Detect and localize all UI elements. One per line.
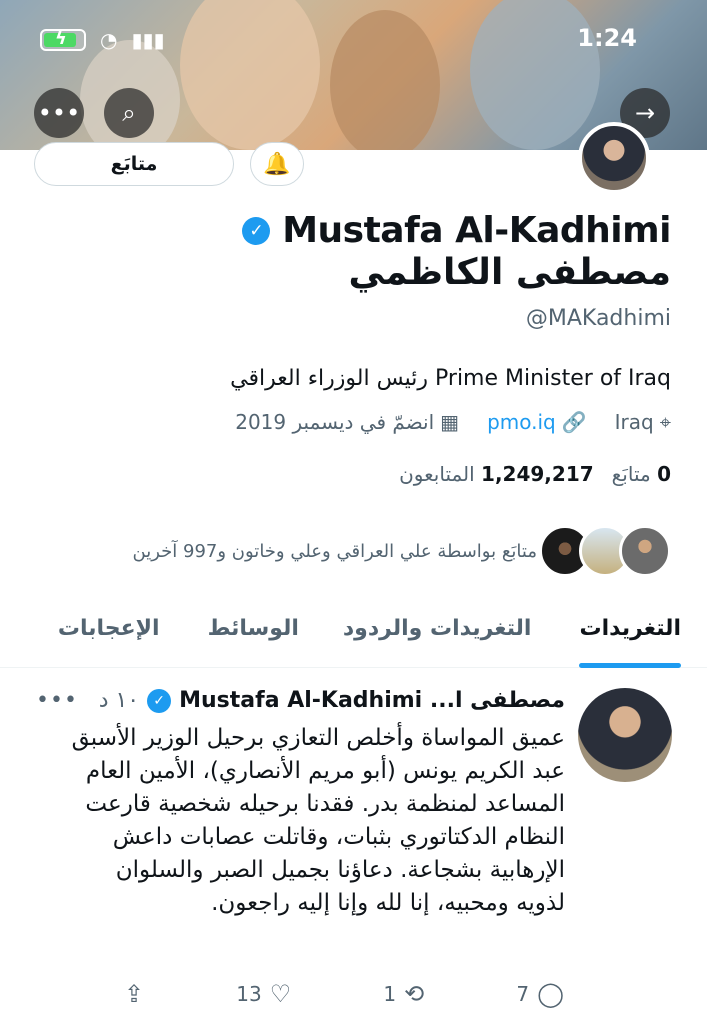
- share-button[interactable]: ⇪: [124, 980, 144, 1008]
- retweet-count: 1: [383, 982, 397, 1006]
- profile-bio: Prime Minister of Iraq رئيس الوزراء العر…: [230, 366, 671, 391]
- location-pin-icon: ⌖: [659, 410, 671, 434]
- tweet-avatar[interactable]: [578, 688, 672, 782]
- followers-label: المتابعون: [399, 462, 475, 486]
- share-icon: ⇪: [124, 980, 145, 1008]
- tweet-header: مصطفى ا... Mustafa Al-Kadhimi ✓ ١٠ د: [99, 688, 565, 713]
- arrow-right-icon: →: [634, 99, 656, 127]
- wifi-icon: ◔: [100, 28, 118, 52]
- tweet-more-button[interactable]: •••: [36, 688, 78, 713]
- tab-media[interactable]: الوسائط: [208, 604, 299, 668]
- following-button-label: متابَع: [110, 153, 158, 175]
- profile-tabs: التغريدات التغريدات والردود الوسائط الإع…: [0, 604, 707, 668]
- banner-art-shape: [330, 10, 440, 150]
- tab-tweets[interactable]: التغريدات: [579, 604, 681, 668]
- reply-count: 7: [516, 982, 530, 1006]
- location-text: Iraq: [614, 410, 654, 434]
- reply-icon: ◯: [537, 980, 564, 1008]
- following-button[interactable]: متابَع: [34, 142, 234, 186]
- location: ⌖ Iraq: [615, 410, 671, 434]
- following-label: متابَع: [611, 462, 651, 486]
- profile-name-ar: مصطفى الكاظمي: [348, 252, 671, 293]
- followers-count-link[interactable]: 1,249,217 المتابعون: [399, 462, 594, 486]
- website-link[interactable]: 🔗 pmo.iq: [487, 410, 587, 434]
- following-count-link[interactable]: 0 متابَع: [612, 462, 671, 486]
- tab-tweets-replies[interactable]: التغريدات والردود: [343, 604, 532, 668]
- tweet-author-name[interactable]: مصطفى ا... Mustafa Al-Kadhimi: [179, 688, 565, 713]
- website-text[interactable]: pmo.iq: [487, 410, 556, 434]
- reply-button[interactable]: 7 ◯: [516, 980, 564, 1008]
- status-icons: ϟ ◔ ▮▮▮: [40, 28, 164, 52]
- tab-likes[interactable]: الإعجابات: [58, 604, 160, 668]
- like-button[interactable]: 13 ♡: [236, 980, 291, 1008]
- tweet-actions: ⇪ 13 ♡ 1 ⟲ 7 ◯: [124, 980, 564, 1008]
- follower-avatar: [619, 525, 671, 577]
- retweet-icon: ⟲: [404, 980, 425, 1008]
- profile-handle: @MAKadhimi: [525, 306, 671, 331]
- calendar-icon: ▦: [440, 410, 460, 434]
- more-icon: •••: [37, 99, 81, 127]
- joined-text: انضمّ في ديسمبر 2019: [235, 410, 435, 434]
- retweet-button[interactable]: 1 ⟲: [383, 980, 424, 1008]
- following-count: 0: [657, 462, 671, 486]
- profile-name-en: Mustafa Al-Kadhimi: [282, 210, 671, 251]
- link-icon: 🔗: [561, 410, 587, 434]
- verified-badge-icon: ✓: [242, 216, 271, 245]
- bell-icon: 🔔: [263, 151, 291, 177]
- like-count: 13: [236, 982, 262, 1006]
- follower-avatars: [539, 525, 671, 577]
- tweet-text: عميق المواساة وأخلص التعازي برحيل الوزير…: [71, 725, 565, 916]
- battery-icon: ϟ: [40, 28, 86, 51]
- banner-art-shape: [180, 0, 320, 150]
- profile-meta: ▦ انضمّ في ديسمبر 2019 🔗 pmo.iq ⌖ Iraq: [235, 410, 671, 434]
- profile-avatar[interactable]: [578, 122, 650, 194]
- followers-count: 1,249,217: [481, 462, 594, 486]
- search-icon: ⌕: [122, 99, 136, 127]
- heart-icon: ♡: [269, 980, 292, 1008]
- search-button[interactable]: ⌕: [104, 88, 154, 138]
- verified-badge-icon: ✓: [147, 688, 172, 713]
- follow-counts: 0 متابَع 1,249,217 المتابعون: [399, 462, 671, 486]
- followed-by-text: متابَع بواسطة علي العراقي وعلي وخاتون و9…: [132, 540, 537, 562]
- followed-by[interactable]: متابَع بواسطة علي العراقي وعلي وخاتون و9…: [133, 525, 671, 577]
- profile-name-line: ✓ Mustafa Al-Kadhimi: [242, 210, 671, 251]
- joined-date: ▦ انضمّ في ديسمبر 2019: [235, 410, 459, 434]
- signal-icon: ▮▮▮: [131, 28, 165, 52]
- notification-button[interactable]: 🔔: [250, 142, 304, 186]
- status-time: 1:24: [577, 24, 637, 52]
- more-options-button[interactable]: •••: [34, 88, 84, 138]
- banner-art-shape: [470, 0, 600, 150]
- tweet-time: ١٠ د: [98, 688, 140, 713]
